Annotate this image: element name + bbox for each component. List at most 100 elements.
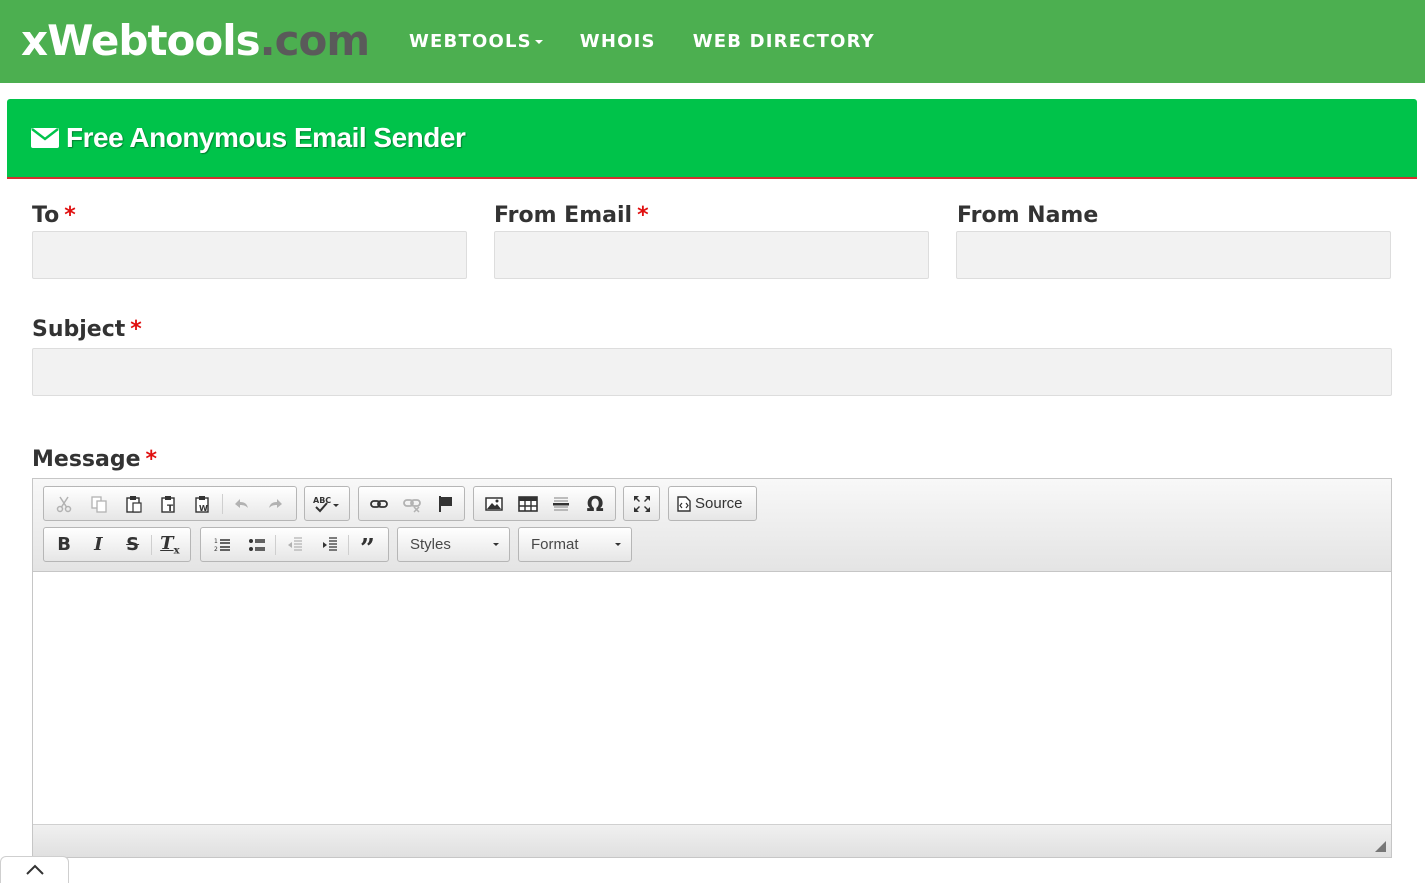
logo-suffix-text: .com xyxy=(259,16,370,65)
paragraph-toolbar-group: 12 ” xyxy=(200,527,389,562)
format-dropdown-label: Format xyxy=(531,536,579,553)
required-mark: * xyxy=(64,203,76,228)
clipboard-icon xyxy=(126,495,142,513)
styles-dropdown[interactable]: Styles xyxy=(397,527,510,562)
envelope-icon xyxy=(31,128,59,148)
numbered-list-button[interactable]: 12 xyxy=(204,530,239,559)
main-nav: WEBTOOLS WHOIS WEB DIRECTORY xyxy=(409,0,912,83)
resize-handle-icon[interactable] xyxy=(1375,841,1386,852)
paste-as-text-button[interactable]: T xyxy=(151,489,186,518)
from-email-label: From Email * xyxy=(494,203,649,228)
horizontal-line-button[interactable] xyxy=(545,489,579,518)
spellcheck-toolbar-group: ABC xyxy=(304,486,350,521)
toolbar-separator xyxy=(348,534,349,555)
from-name-input[interactable] xyxy=(956,231,1391,279)
nav-web-directory-label: WEB DIRECTORY xyxy=(692,31,875,52)
editor-status-bar xyxy=(33,824,1391,857)
table-button[interactable] xyxy=(511,489,545,518)
format-dropdown[interactable]: Format xyxy=(518,527,632,562)
nav-webtools-dropdown[interactable]: WEBTOOLS xyxy=(409,31,543,52)
special-char-button[interactable]: Ω xyxy=(578,489,612,518)
redo-icon xyxy=(268,498,282,508)
unlink-button[interactable] xyxy=(395,489,428,518)
message-label: Message * xyxy=(32,447,157,472)
subject-input[interactable] xyxy=(32,348,1392,396)
indent-button[interactable] xyxy=(312,530,347,559)
top-navbar: xWebtools .com WEBTOOLS WHOIS WEB DIRECTO… xyxy=(0,0,1425,83)
svg-text:2: 2 xyxy=(214,546,218,553)
caret-down-icon xyxy=(615,543,621,546)
message-editor: T W ABC Ω Source B I S Tx 1 2 ” Styles F… xyxy=(32,478,1392,858)
nav-whois-label: WHOIS xyxy=(579,31,656,52)
nav-webtools-label: WEBTOOLS xyxy=(409,31,532,52)
paste-text-icon: T xyxy=(160,495,175,513)
to-input[interactable] xyxy=(32,231,467,279)
insert-toolbar-group: Ω xyxy=(473,486,616,521)
editor-toolbar: T W ABC Ω Source B I S Tx 1 2 ” Styles F… xyxy=(33,479,1391,572)
message-body-area[interactable] xyxy=(33,573,1391,824)
from-email-label-text: From Email xyxy=(494,203,633,228)
spellcheck-icon: ABC xyxy=(313,496,339,512)
anchor-button[interactable] xyxy=(428,489,461,518)
table-icon xyxy=(517,495,538,512)
indent-icon xyxy=(322,536,337,551)
nav-whois[interactable]: WHOIS xyxy=(580,31,656,52)
chevron-up-icon xyxy=(25,864,44,875)
blockquote-button[interactable]: ” xyxy=(350,530,385,564)
tools-toolbar-group xyxy=(623,486,660,521)
italic-icon: I xyxy=(94,534,103,555)
bulleted-list-icon xyxy=(248,538,265,551)
italic-button[interactable]: I xyxy=(81,530,115,559)
numbered-list-icon: 12 xyxy=(214,538,230,553)
link-button[interactable] xyxy=(362,489,395,518)
logo-main-text: xWebtools xyxy=(21,16,261,65)
remove-format-icon: Tx xyxy=(160,532,180,557)
basicstyles-toolbar-group: B I S Tx xyxy=(43,527,191,562)
paste-from-word-button[interactable]: W xyxy=(186,489,221,518)
image-button[interactable] xyxy=(477,489,511,518)
site-logo[interactable]: xWebtools .com xyxy=(21,13,370,69)
undo-button[interactable] xyxy=(224,489,259,518)
strikethrough-icon: S xyxy=(126,534,140,555)
bulleted-list-button[interactable] xyxy=(239,530,274,559)
subject-label: Subject * xyxy=(32,317,142,342)
copy-button[interactable] xyxy=(82,489,117,518)
source-button[interactable]: Source xyxy=(668,486,757,521)
svg-text:ABC: ABC xyxy=(313,496,331,505)
svg-text:W: W xyxy=(199,504,208,513)
required-mark: * xyxy=(145,447,158,472)
scissors-icon xyxy=(57,496,72,512)
quote-icon: ” xyxy=(360,533,375,564)
toolbar-separator xyxy=(221,493,223,514)
required-mark: * xyxy=(130,317,142,342)
outdent-button[interactable] xyxy=(277,530,312,559)
panel-heading: Free Anonymous Email Sender xyxy=(7,99,1417,179)
paste-button[interactable] xyxy=(116,489,151,518)
caret-down-icon xyxy=(534,39,543,44)
cut-button[interactable] xyxy=(47,489,82,518)
source-label: Source xyxy=(695,495,743,512)
maximize-button[interactable] xyxy=(627,489,656,518)
to-label-text: To xyxy=(32,203,60,228)
toolbar-separator xyxy=(150,534,152,555)
horizontal-line-icon xyxy=(553,496,570,511)
panel-title-text: Free Anonymous Email Sender xyxy=(66,122,466,153)
bold-button[interactable]: B xyxy=(47,530,81,559)
bold-icon: B xyxy=(57,534,71,555)
back-to-top-button[interactable] xyxy=(0,856,69,883)
from-email-input[interactable] xyxy=(494,231,929,279)
image-icon xyxy=(485,496,503,511)
strikethrough-button[interactable]: S xyxy=(116,530,150,559)
remove-format-button[interactable]: Tx xyxy=(153,530,187,559)
source-icon xyxy=(677,495,691,512)
copy-icon xyxy=(91,495,107,513)
unlink-icon xyxy=(402,498,421,513)
redo-button[interactable] xyxy=(258,489,293,518)
nav-web-directory[interactable]: WEB DIRECTORY xyxy=(693,31,875,52)
maximize-icon xyxy=(633,495,650,512)
outdent-icon xyxy=(287,536,302,551)
spellcheck-button[interactable]: ABC xyxy=(308,489,346,518)
required-mark: * xyxy=(637,203,649,228)
flag-icon xyxy=(438,495,452,512)
styles-dropdown-label: Styles xyxy=(410,536,451,553)
